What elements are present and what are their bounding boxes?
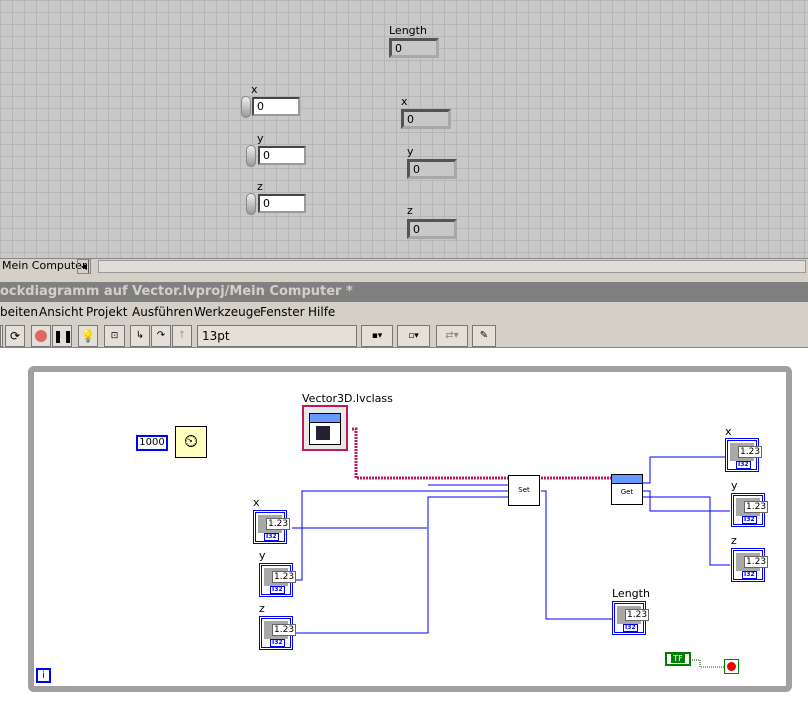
wire-length bbox=[541, 490, 612, 620]
z-ind-terminal-label: z bbox=[731, 534, 737, 547]
x-indicator-terminal[interactable]: 1.23 I32 bbox=[725, 438, 763, 472]
length-terminal-label: Length bbox=[612, 587, 650, 600]
iteration-terminal: i bbox=[36, 668, 51, 683]
z-indicator-terminal[interactable]: 1.23 I32 bbox=[731, 548, 769, 582]
type-badge: I32 bbox=[742, 571, 757, 579]
y-terminal-label: y bbox=[259, 549, 266, 562]
wait-constant[interactable]: 1000 bbox=[136, 435, 168, 451]
type-badge: I32 bbox=[736, 461, 751, 469]
terminal-value: 1.23 bbox=[272, 571, 297, 583]
class-constant-label: Vector3D.lvclass bbox=[302, 392, 393, 405]
get-node[interactable]: Get bbox=[611, 474, 643, 505]
y-ind-terminal-label: y bbox=[731, 479, 738, 492]
type-badge: I32 bbox=[264, 533, 279, 541]
wire-get-z bbox=[643, 496, 730, 566]
y-control-terminal[interactable]: 1.23 I32 bbox=[259, 563, 297, 597]
cube-icon bbox=[316, 426, 330, 440]
get-node-label: Get bbox=[620, 488, 634, 496]
x-control-terminal[interactable]: 1.23 I32 bbox=[253, 510, 291, 544]
wire-y bbox=[295, 490, 508, 581]
boolean-value: TF bbox=[671, 654, 685, 663]
type-badge: I32 bbox=[623, 624, 638, 632]
type-badge: I32 bbox=[742, 516, 757, 524]
type-badge: I32 bbox=[270, 586, 285, 594]
stop-terminal-icon[interactable] bbox=[724, 659, 739, 674]
class-constant[interactable] bbox=[302, 405, 348, 451]
y-indicator-terminal[interactable]: 1.23 I32 bbox=[731, 493, 769, 527]
terminal-value: 1.23 bbox=[266, 518, 291, 530]
z-control-terminal[interactable]: 1.23 I32 bbox=[259, 616, 297, 650]
false-constant[interactable]: TF bbox=[665, 652, 691, 666]
z-terminal-label: z bbox=[259, 602, 265, 615]
wire-get-y bbox=[643, 490, 730, 512]
length-indicator-terminal[interactable]: 1.23 I32 bbox=[612, 601, 650, 635]
x-ind-terminal-label: x bbox=[725, 425, 732, 438]
set-node[interactable]: Set bbox=[508, 475, 540, 506]
wait-ms-metronome-icon[interactable]: ⏲ bbox=[175, 426, 207, 458]
terminal-value: 1.23 bbox=[272, 624, 297, 636]
terminal-value: 1.23 bbox=[744, 556, 769, 568]
wire-z bbox=[295, 496, 508, 634]
terminal-value: 1.23 bbox=[738, 446, 763, 458]
terminal-value: 1.23 bbox=[625, 609, 650, 621]
stop-wire bbox=[690, 659, 724, 668]
terminal-value: 1.23 bbox=[744, 501, 769, 513]
type-badge: I32 bbox=[270, 639, 285, 647]
wires bbox=[292, 427, 730, 668]
wire-get-x bbox=[643, 456, 725, 484]
x-terminal-label: x bbox=[253, 496, 260, 509]
class-wire bbox=[352, 427, 612, 480]
